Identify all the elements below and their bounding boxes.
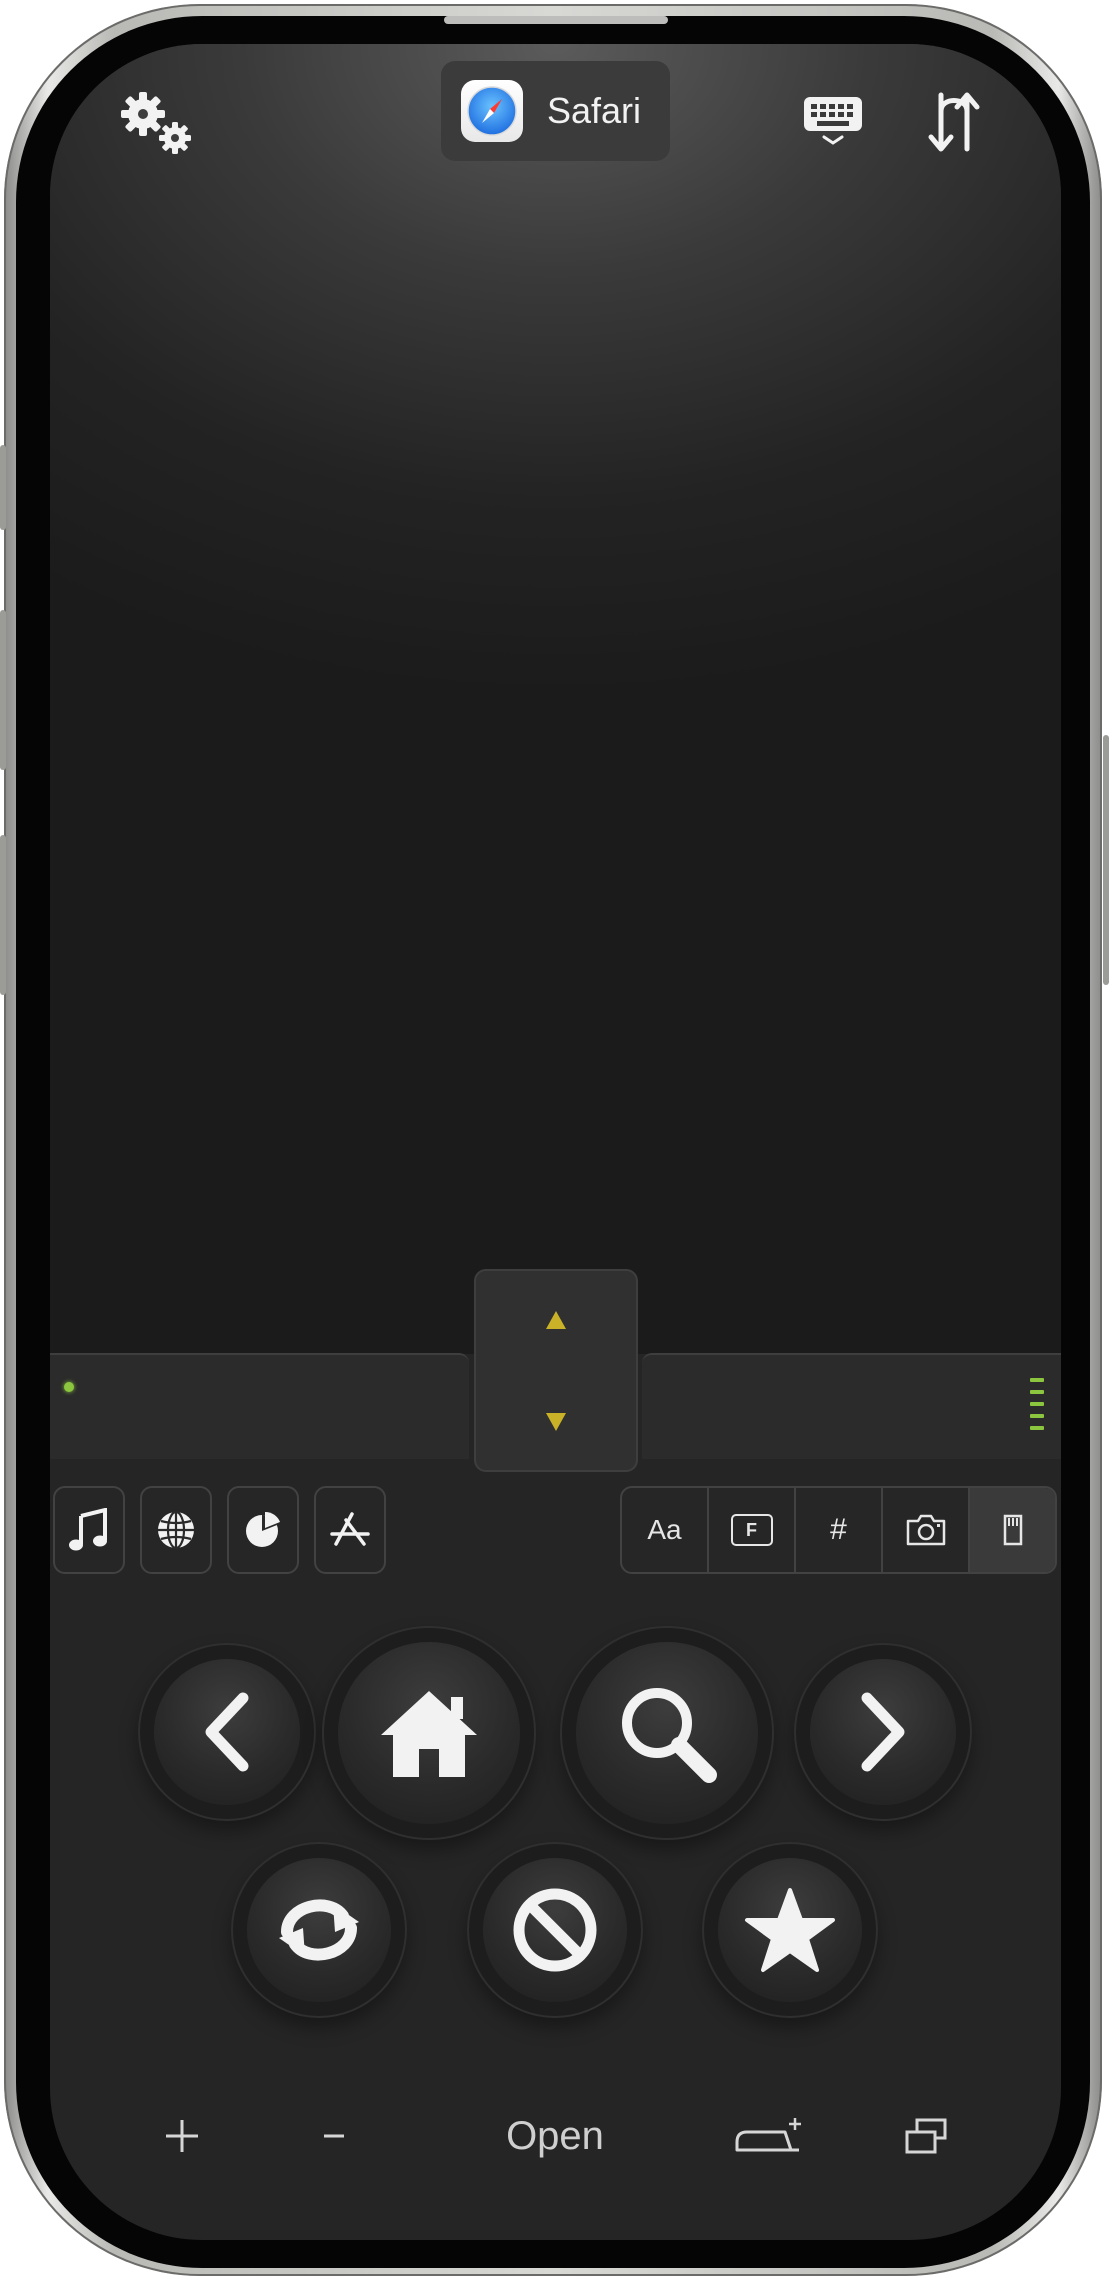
active-app-selector[interactable]: Safari (441, 61, 670, 161)
zoom-out-button[interactable]: - (306, 2104, 362, 2168)
number-pad-segment[interactable]: # (796, 1488, 883, 1572)
chevron-left-icon (205, 1692, 249, 1772)
app-screen: Safari Aa F # Open (50, 44, 1061, 2240)
side-button (0, 835, 6, 995)
new-tab-button[interactable] (730, 2104, 806, 2168)
side-button (0, 445, 6, 530)
side-button (1103, 735, 1109, 985)
function-keys-segment[interactable]: F (709, 1488, 796, 1572)
stats-button[interactable] (227, 1486, 299, 1574)
plus-icon (166, 2120, 198, 2152)
camera-icon (906, 1514, 945, 1546)
globe-icon (158, 1510, 194, 1550)
font-size-segment[interactable]: Aa (622, 1488, 709, 1572)
reload-icon (279, 1899, 359, 1961)
zoom-in-button[interactable]: + (154, 2104, 210, 2168)
open-label: Open (506, 2113, 604, 2158)
globe-button[interactable] (140, 1486, 212, 1574)
windows-icon (905, 2118, 947, 2154)
stop-icon (513, 1888, 597, 1972)
scroll-strip-left[interactable] (50, 1353, 469, 1459)
gears-icon[interactable] (112, 84, 202, 164)
font-size-label: Aa (647, 1514, 682, 1545)
active-app-name: Safari (547, 90, 642, 131)
side-button (0, 610, 6, 770)
pie-chart-icon (246, 1511, 280, 1547)
star-icon (745, 1888, 835, 1972)
connection-status-led (64, 1382, 74, 1392)
magnifier-icon (622, 1688, 717, 1783)
reload-button[interactable] (247, 1858, 391, 2002)
home-button[interactable] (338, 1642, 520, 1824)
trackpad-area[interactable] (50, 44, 1061, 1354)
music-button[interactable] (53, 1486, 125, 1574)
sensor-bar (444, 16, 668, 24)
home-icon (381, 1691, 477, 1777)
app-store-icon (330, 1512, 370, 1546)
screenshot-segment[interactable] (883, 1488, 970, 1572)
f-key-label: F (746, 1519, 757, 1540)
windows-button[interactable] (898, 2104, 954, 2168)
hash-label: # (830, 1513, 847, 1546)
favorite-button[interactable] (718, 1858, 862, 2002)
f-key-box: F (730, 1514, 773, 1546)
open-button[interactable]: Open (490, 2104, 620, 2168)
triangle-down-icon[interactable] (544, 1411, 568, 1433)
scroll-strip-right[interactable] (642, 1353, 1061, 1459)
minus-icon (324, 2134, 344, 2138)
triangle-up-icon[interactable] (544, 1309, 568, 1331)
stop-button[interactable] (483, 1858, 627, 2002)
sd-card-icon (1003, 1514, 1022, 1546)
scroll-wheel-control[interactable] (474, 1269, 638, 1472)
new-tab-icon (735, 2118, 801, 2152)
input-mode-segments: Aa F # (620, 1486, 1057, 1574)
swap-arrows-icon[interactable] (918, 84, 990, 160)
app-store-button[interactable] (314, 1486, 386, 1574)
signal-meter (1030, 1378, 1044, 1438)
forward-button[interactable] (810, 1659, 956, 1805)
keyboard-icon[interactable] (798, 88, 868, 152)
back-button[interactable] (154, 1659, 300, 1805)
safari-compass-icon (461, 80, 523, 142)
sd-card-segment[interactable] (970, 1488, 1055, 1572)
chevron-right-icon (861, 1692, 905, 1772)
music-note-icon (69, 1508, 107, 1551)
search-button[interactable] (576, 1642, 758, 1824)
